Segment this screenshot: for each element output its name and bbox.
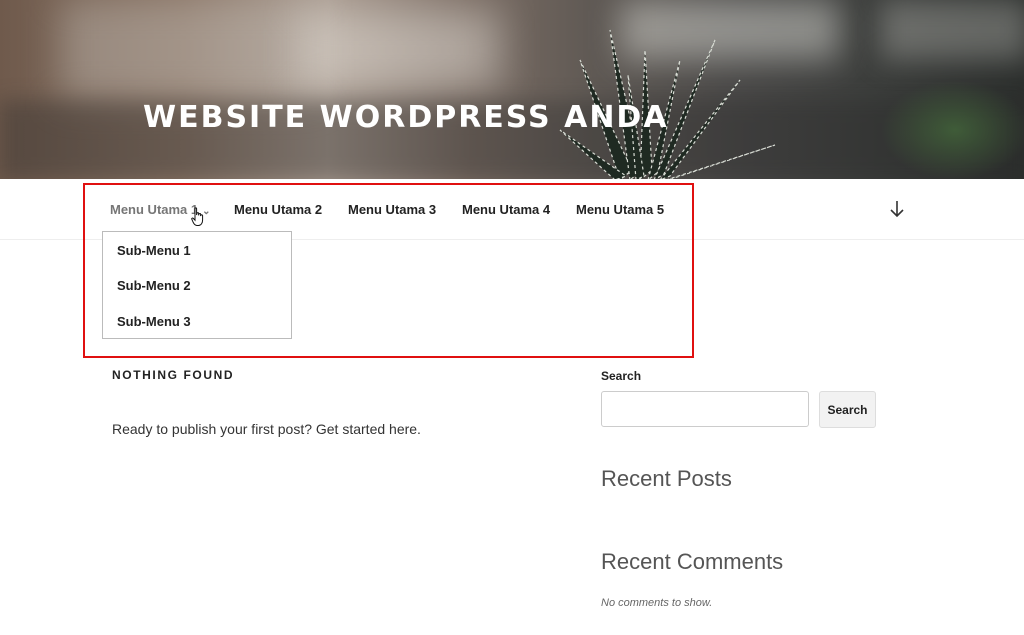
page: WEBSITE WORDPRESS ANDA Menu Utama 1 ⌄ Men… — [0, 0, 1024, 635]
nav-item-menu-utama-2[interactable]: Menu Utama 2 — [234, 202, 322, 217]
arrow-down-icon[interactable] — [888, 198, 906, 220]
header-banner: WEBSITE WORDPRESS ANDA — [0, 0, 1024, 179]
recent-comments-title: Recent Comments — [601, 549, 784, 574]
nav-item-menu-utama-4[interactable]: Menu Utama 4 — [462, 202, 550, 217]
recent-posts-title: Recent Posts — [601, 466, 732, 491]
intro-text: Ready to publish your first post? Get st… — [112, 421, 421, 437]
hand-cursor-icon — [191, 207, 204, 226]
search-input[interactable] — [601, 391, 809, 427]
nav-item-menu-utama-3[interactable]: Menu Utama 3 — [348, 202, 436, 217]
nav-item-menu-utama-5[interactable]: Menu Utama 5 — [576, 202, 664, 217]
page-title: NOTHING FOUND — [112, 368, 235, 382]
search-label: Search — [601, 369, 642, 383]
search-button[interactable]: Search — [819, 391, 876, 428]
site-title[interactable]: WEBSITE WORDPRESS ANDA — [143, 100, 669, 135]
submenu-item-2[interactable]: Sub-Menu 2 — [117, 278, 191, 293]
no-comments-text: No comments to show. — [601, 597, 713, 609]
submenu-dropdown: Sub-Menu 1 Sub-Menu 2 Sub-Menu 3 — [102, 231, 292, 339]
submenu-item-3[interactable]: Sub-Menu 3 — [117, 314, 191, 329]
submenu-item-1[interactable]: Sub-Menu 1 — [117, 243, 191, 258]
